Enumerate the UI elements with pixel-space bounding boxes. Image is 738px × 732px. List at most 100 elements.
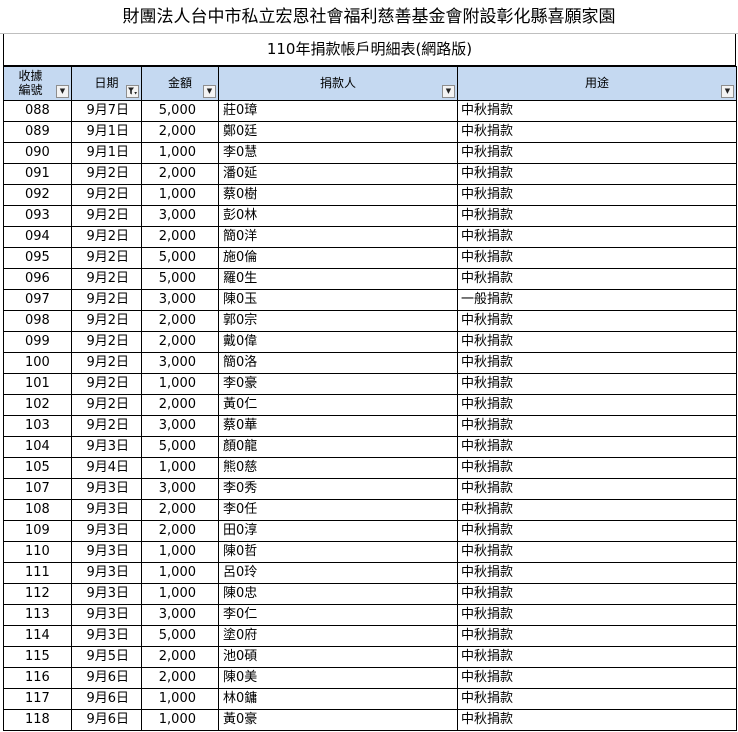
cell-amount[interactable]: 3,000 <box>141 205 219 227</box>
cell-date[interactable]: 9月2日 <box>71 184 142 206</box>
cell-donor[interactable]: 羅0生 <box>218 268 458 290</box>
cell-date[interactable]: 9月3日 <box>71 562 142 584</box>
cell-date[interactable]: 9月6日 <box>71 688 142 710</box>
cell-amount[interactable]: 2,000 <box>141 331 219 353</box>
column-header-receipt-no[interactable]: 收據 編號 ▼ <box>3 66 72 101</box>
cell-amount[interactable]: 1,000 <box>141 373 219 395</box>
cell-purpose[interactable]: 中秋捐款 <box>457 184 737 206</box>
cell-amount[interactable]: 3,000 <box>141 478 219 500</box>
cell-purpose[interactable]: 中秋捐款 <box>457 247 737 269</box>
cell-donor[interactable]: 池0碩 <box>218 646 458 668</box>
cell-purpose[interactable]: 中秋捐款 <box>457 499 737 521</box>
cell-date[interactable]: 9月7日 <box>71 100 142 122</box>
cell-purpose[interactable]: 中秋捐款 <box>457 331 737 353</box>
filter-dropdown-icon[interactable]: ▼ <box>56 85 69 98</box>
cell-purpose[interactable]: 中秋捐款 <box>457 520 737 542</box>
cell-amount[interactable]: 1,000 <box>141 142 219 164</box>
cell-date[interactable]: 9月2日 <box>71 226 142 248</box>
cell-donor[interactable]: 李0仁 <box>218 604 458 626</box>
cell-purpose[interactable]: 中秋捐款 <box>457 625 737 647</box>
cell-date[interactable]: 9月1日 <box>71 142 142 164</box>
cell-receipt-no[interactable]: 091 <box>3 163 72 185</box>
cell-receipt-no[interactable]: 097 <box>3 289 72 311</box>
cell-purpose[interactable]: 中秋捐款 <box>457 688 737 710</box>
cell-date[interactable]: 9月3日 <box>71 499 142 521</box>
cell-date[interactable]: 9月2日 <box>71 310 142 332</box>
cell-receipt-no[interactable]: 104 <box>3 436 72 458</box>
filter-dropdown-icon[interactable]: ▼ <box>721 85 734 98</box>
cell-donor[interactable]: 熊0慈 <box>218 457 458 479</box>
cell-receipt-no[interactable]: 109 <box>3 520 72 542</box>
cell-donor[interactable]: 鄭0廷 <box>218 121 458 143</box>
cell-receipt-no[interactable]: 103 <box>3 415 72 437</box>
cell-receipt-no[interactable]: 093 <box>3 205 72 227</box>
cell-amount[interactable]: 1,000 <box>141 583 219 605</box>
cell-receipt-no[interactable]: 118 <box>3 709 72 731</box>
cell-receipt-no[interactable]: 114 <box>3 625 72 647</box>
cell-purpose[interactable]: 中秋捐款 <box>457 478 737 500</box>
cell-date[interactable]: 9月2日 <box>71 268 142 290</box>
cell-donor[interactable]: 莊0璋 <box>218 100 458 122</box>
cell-date[interactable]: 9月6日 <box>71 709 142 731</box>
cell-purpose[interactable]: 中秋捐款 <box>457 709 737 731</box>
cell-receipt-no[interactable]: 096 <box>3 268 72 290</box>
cell-amount[interactable]: 1,000 <box>141 562 219 584</box>
cell-purpose[interactable]: 中秋捐款 <box>457 310 737 332</box>
cell-donor[interactable]: 陳0玉 <box>218 289 458 311</box>
cell-donor[interactable]: 塗0府 <box>218 625 458 647</box>
cell-receipt-no[interactable]: 088 <box>3 100 72 122</box>
cell-donor[interactable]: 陳0哲 <box>218 541 458 563</box>
cell-purpose[interactable]: 中秋捐款 <box>457 373 737 395</box>
cell-date[interactable]: 9月1日 <box>71 121 142 143</box>
cell-donor[interactable]: 黃0仁 <box>218 394 458 416</box>
cell-donor[interactable]: 陳0美 <box>218 667 458 689</box>
sheet-subtitle[interactable]: 110年捐款帳戶明細表(網路版) <box>3 34 736 66</box>
cell-date[interactable]: 9月3日 <box>71 583 142 605</box>
cell-date[interactable]: 9月2日 <box>71 394 142 416</box>
cell-date[interactable]: 9月2日 <box>71 352 142 374</box>
cell-amount[interactable]: 5,000 <box>141 268 219 290</box>
cell-amount[interactable]: 3,000 <box>141 415 219 437</box>
cell-donor[interactable]: 呂0玲 <box>218 562 458 584</box>
cell-amount[interactable]: 2,000 <box>141 226 219 248</box>
cell-receipt-no[interactable]: 094 <box>3 226 72 248</box>
cell-receipt-no[interactable]: 115 <box>3 646 72 668</box>
cell-date[interactable]: 9月2日 <box>71 373 142 395</box>
cell-amount[interactable]: 5,000 <box>141 247 219 269</box>
cell-donor[interactable]: 顏0龍 <box>218 436 458 458</box>
cell-purpose[interactable]: 中秋捐款 <box>457 163 737 185</box>
cell-date[interactable]: 9月2日 <box>71 415 142 437</box>
cell-receipt-no[interactable]: 092 <box>3 184 72 206</box>
cell-amount[interactable]: 1,000 <box>141 457 219 479</box>
filter-dropdown-icon[interactable]: ▼ <box>203 85 216 98</box>
cell-donor[interactable]: 蔡0樹 <box>218 184 458 206</box>
cell-amount[interactable]: 1,000 <box>141 184 219 206</box>
cell-amount[interactable]: 2,000 <box>141 667 219 689</box>
cell-purpose[interactable]: 中秋捐款 <box>457 121 737 143</box>
filter-active-icon[interactable] <box>126 85 139 98</box>
cell-amount[interactable]: 1,000 <box>141 541 219 563</box>
cell-amount[interactable]: 2,000 <box>141 163 219 185</box>
cell-date[interactable]: 9月2日 <box>71 289 142 311</box>
cell-purpose[interactable]: 中秋捐款 <box>457 436 737 458</box>
cell-date[interactable]: 9月5日 <box>71 646 142 668</box>
cell-amount[interactable]: 3,000 <box>141 604 219 626</box>
cell-receipt-no[interactable]: 098 <box>3 310 72 332</box>
cell-donor[interactable]: 李0豪 <box>218 373 458 395</box>
cell-amount[interactable]: 5,000 <box>141 625 219 647</box>
cell-date[interactable]: 9月2日 <box>71 205 142 227</box>
cell-donor[interactable]: 田0淳 <box>218 520 458 542</box>
column-header-amount[interactable]: 金額 ▼ <box>141 66 219 101</box>
cell-purpose[interactable]: 中秋捐款 <box>457 541 737 563</box>
cell-receipt-no[interactable]: 090 <box>3 142 72 164</box>
cell-purpose[interactable]: 中秋捐款 <box>457 415 737 437</box>
cell-amount[interactable]: 3,000 <box>141 289 219 311</box>
cell-receipt-no[interactable]: 105 <box>3 457 72 479</box>
cell-donor[interactable]: 簡0洛 <box>218 352 458 374</box>
cell-donor[interactable]: 李0任 <box>218 499 458 521</box>
cell-receipt-no[interactable]: 102 <box>3 394 72 416</box>
cell-receipt-no[interactable]: 100 <box>3 352 72 374</box>
cell-receipt-no[interactable]: 110 <box>3 541 72 563</box>
cell-donor[interactable]: 郭0宗 <box>218 310 458 332</box>
cell-purpose[interactable]: 中秋捐款 <box>457 457 737 479</box>
